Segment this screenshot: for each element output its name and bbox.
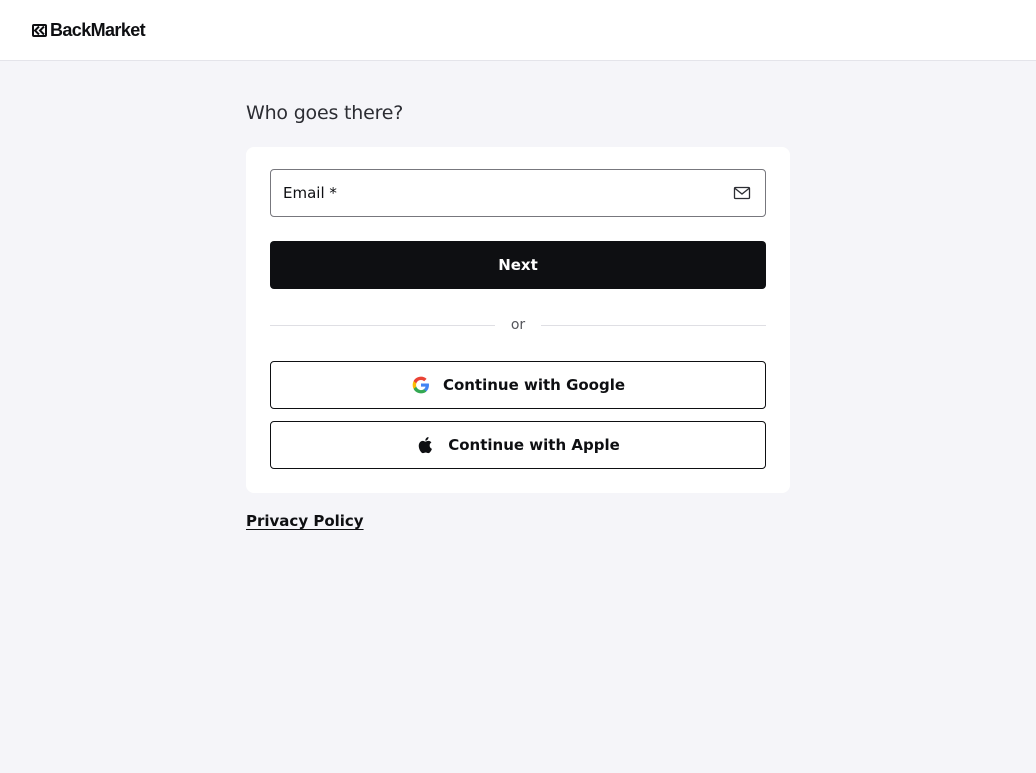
- apple-icon: [418, 437, 433, 454]
- continue-with-google-label: Continue with Google: [442, 376, 626, 394]
- continue-with-google-button[interactable]: Continue with Google: [270, 361, 766, 409]
- back-market-logo-icon: [32, 23, 47, 37]
- envelope-icon: [733, 185, 751, 201]
- continue-with-apple-button[interactable]: Continue with Apple: [270, 421, 766, 469]
- email-field-label: Email *: [283, 184, 337, 202]
- continue-with-apple-label: Continue with Apple: [448, 436, 620, 454]
- email-field[interactable]: Email *: [270, 169, 766, 217]
- back-market-logo[interactable]: BackMarket: [32, 18, 146, 42]
- login-card: Email * Next or Continue with Google Con…: [246, 147, 790, 493]
- next-button[interactable]: Next: [270, 241, 766, 289]
- page-title: Who goes there?: [246, 102, 404, 124]
- divider-line-right: [541, 325, 766, 326]
- privacy-policy-link[interactable]: Privacy Policy: [246, 512, 364, 530]
- google-icon: [412, 376, 429, 394]
- logo-text: BackMarket: [50, 19, 146, 40]
- top-bar: BackMarket: [0, 0, 1036, 61]
- or-divider: or: [270, 315, 766, 337]
